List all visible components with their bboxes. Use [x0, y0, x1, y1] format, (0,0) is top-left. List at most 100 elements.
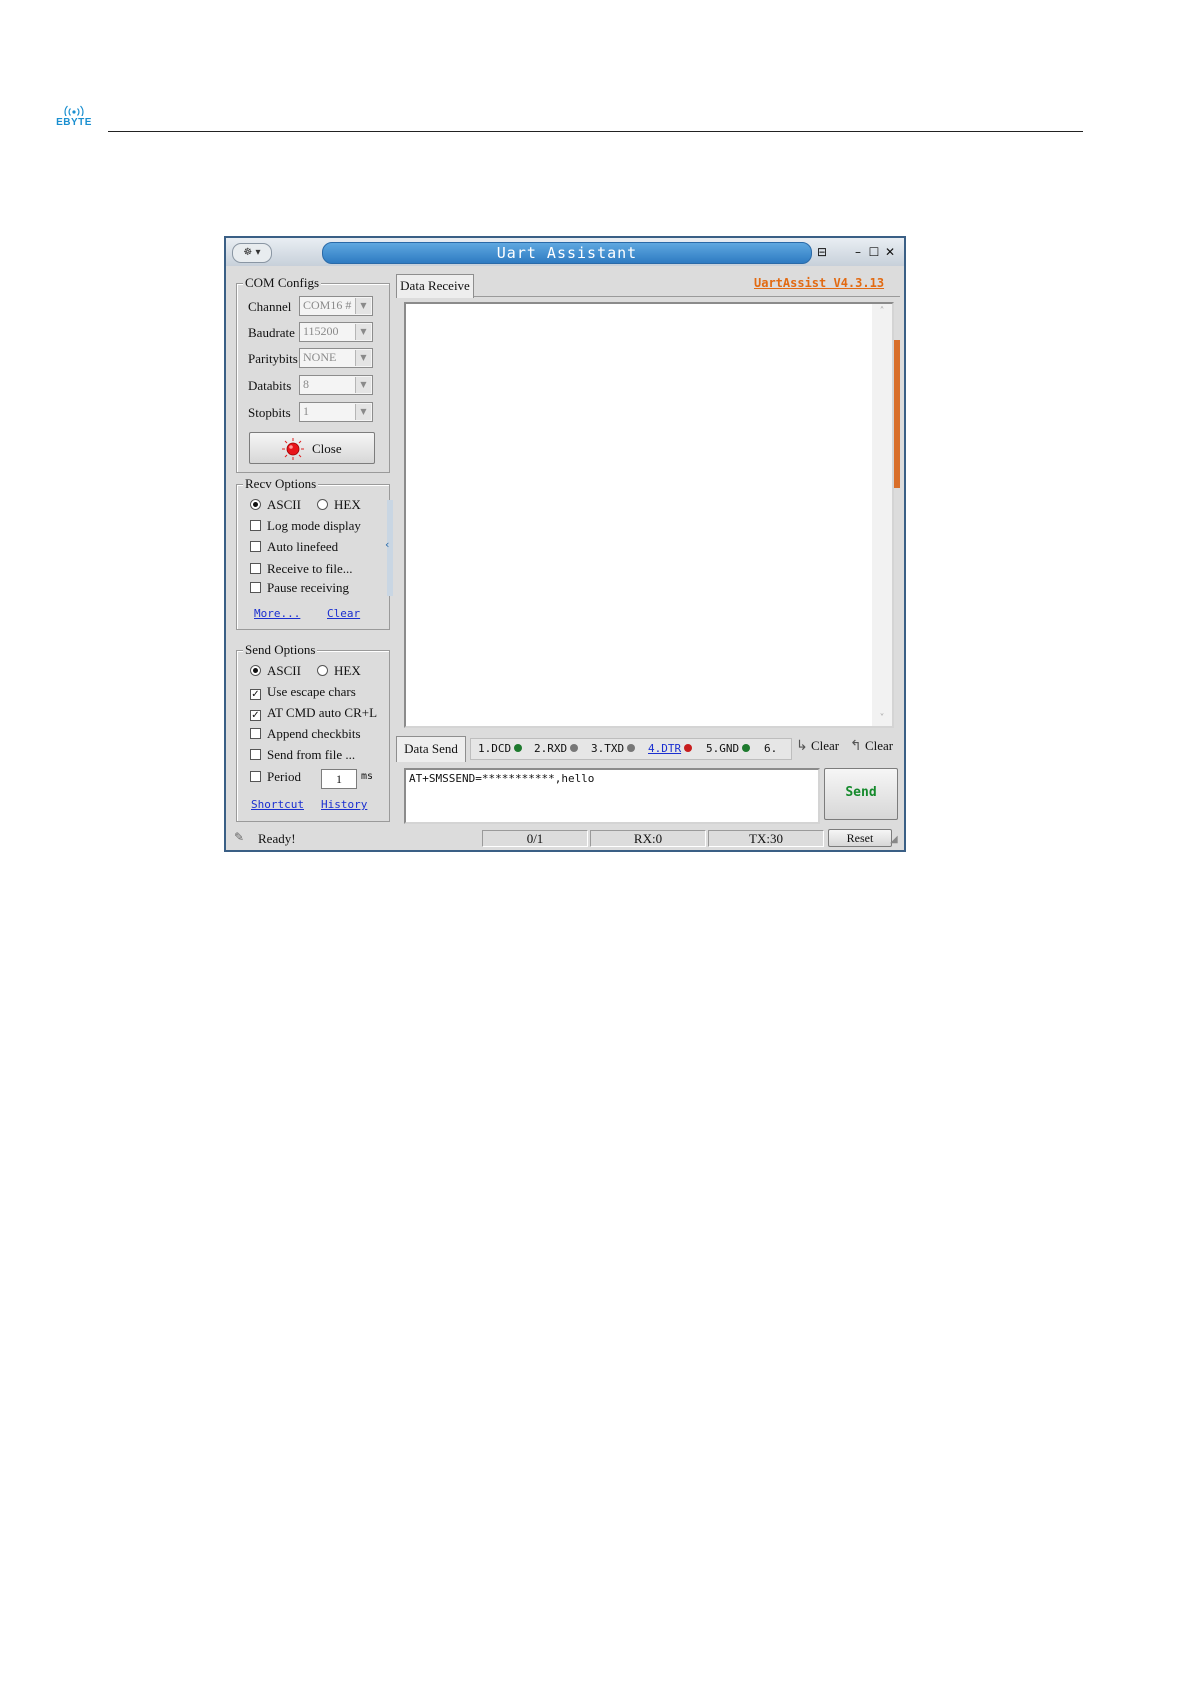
recv-options-title: Recv Options	[243, 476, 319, 492]
period-input[interactable]: 1	[321, 769, 357, 789]
clear-receive-button[interactable]: ↳ Clear	[796, 738, 839, 758]
stopbits-label: Stopbits	[248, 405, 291, 420]
at-cmd-label: AT CMD auto CR+L	[267, 705, 378, 720]
append-checkbits-checkbox[interactable]: Append checkbits	[250, 726, 361, 742]
data-send-input[interactable]: AT+SMSSEND=***********,hello	[404, 768, 820, 824]
close-window-button[interactable]: ✕	[882, 243, 898, 261]
pin-dtr[interactable]: 4.DTR	[648, 742, 693, 755]
databits-select[interactable]: 8 ▼	[299, 375, 373, 395]
recv-clear-link[interactable]: Clear	[327, 607, 360, 620]
pause-receiving-checkbox[interactable]: Pause receiving	[250, 580, 349, 596]
checkbox-icon	[250, 582, 261, 593]
tab-data-send[interactable]: Data Send	[396, 736, 466, 762]
history-link[interactable]: History	[321, 798, 367, 811]
send-from-file-checkbox[interactable]: Send from file ...	[250, 747, 355, 763]
grey-led-icon	[570, 744, 579, 752]
panel-splitter[interactable]: ‹	[385, 500, 393, 596]
send-ascii-radio[interactable]: ASCII	[250, 663, 301, 679]
com-configs-title: COM Configs	[243, 275, 322, 291]
pin-icon[interactable]: ⊟	[814, 243, 830, 261]
accent-scroll-thumb[interactable]	[894, 340, 900, 488]
status-tx: TX:30	[708, 830, 824, 847]
checkmark-icon: ✓	[250, 710, 261, 721]
baudrate-label: Baudrate	[248, 325, 295, 340]
version-link[interactable]: UartAssist V4.3.13	[754, 276, 884, 290]
checkbox-icon	[250, 749, 261, 760]
recv-ascii-radio[interactable]: ASCII	[250, 497, 301, 513]
channel-select[interactable]: COM16 # ▼	[299, 296, 373, 316]
paritybits-select[interactable]: NONE ▼	[299, 348, 373, 368]
baudrate-select[interactable]: 115200 ▼	[299, 322, 373, 342]
channel-label: Channel	[248, 299, 292, 314]
checkbox-icon	[250, 563, 261, 574]
send-button-label: Send	[845, 785, 877, 800]
resize-grip-icon[interactable]: ◢	[890, 834, 898, 845]
receive-to-file-label: Receive to file...	[267, 561, 353, 576]
recv-more-link[interactable]: More...	[254, 607, 300, 620]
period-label: Period	[267, 769, 301, 784]
pin-dcd[interactable]: 1.DCD	[478, 742, 523, 755]
system-menu-button[interactable]: ☸ ▾	[232, 243, 272, 263]
chevron-down-icon[interactable]: ▼	[355, 298, 371, 314]
com-configs-group: COM Configs Channel COM16 # ▼ Baudrate 1…	[236, 275, 390, 473]
maximize-button[interactable]: ☐	[866, 243, 882, 261]
ebyte-logo: EBYTE	[52, 104, 96, 130]
reset-button[interactable]: Reset	[828, 829, 892, 847]
green-led-icon	[514, 744, 523, 752]
data-receive-area[interactable]: ˄ ˅	[404, 302, 894, 728]
red-status-light-icon	[282, 438, 304, 460]
recv-hex-radio[interactable]: HEX	[317, 497, 361, 513]
checkbox-icon	[250, 520, 261, 531]
chevron-down-icon[interactable]: ▼	[355, 350, 371, 366]
databits-label: Databits	[248, 378, 292, 393]
uart-assistant-window: ☸ ▾ Uart Assistant ⊟ – ☐ ✕ COM Configs C…	[224, 236, 906, 852]
radio-selected-icon	[250, 499, 261, 510]
chevron-down-icon[interactable]: ▼	[355, 404, 371, 420]
status-rx: RX:0	[590, 830, 706, 847]
send-hex-label: HEX	[334, 663, 361, 678]
close-port-button[interactable]: Close	[249, 432, 375, 464]
pin-gnd[interactable]: 5.GND	[706, 742, 751, 755]
checkbox-icon	[250, 728, 261, 739]
title-bar[interactable]: ☸ ▾ Uart Assistant ⊟ – ☐ ✕	[226, 238, 904, 266]
send-ascii-label: ASCII	[267, 663, 301, 678]
pin-rxd[interactable]: 2.RXD	[534, 742, 579, 755]
pin-txd[interactable]: 3.TXD	[591, 742, 636, 755]
shortcut-link[interactable]: Shortcut	[251, 798, 304, 811]
clear-arrow-down-icon: ↳	[796, 738, 808, 754]
pin-rxd-label: 2.RXD	[534, 742, 568, 755]
scroll-up-icon[interactable]: ˄	[872, 306, 892, 317]
checkbox-icon	[250, 541, 261, 552]
send-options-group: Send Options ASCII HEX ✓ Use escape chars…	[236, 642, 390, 822]
radio-empty-icon	[317, 665, 328, 676]
grey-led-icon	[627, 744, 636, 752]
minimize-button[interactable]: –	[850, 243, 866, 261]
chevron-down-icon[interactable]: ▼	[355, 377, 371, 393]
send-input-text: AT+SMSSEND=***********,hello	[409, 772, 595, 785]
send-from-file-label: Send from file ...	[267, 747, 356, 762]
scroll-down-icon[interactable]: ˅	[872, 713, 892, 724]
close-port-label: Close	[312, 441, 342, 456]
clear-arrow-up-icon: ↰	[850, 738, 862, 754]
collapse-left-icon[interactable]: ‹	[385, 538, 389, 551]
pin-6[interactable]: 6.	[764, 742, 777, 755]
tab-data-receive[interactable]: Data Receive	[396, 274, 474, 298]
radio-selected-icon	[250, 665, 261, 676]
send-hex-radio[interactable]: HEX	[317, 663, 361, 679]
escape-chars-checkbox[interactable]: ✓ Use escape chars	[250, 684, 356, 700]
log-mode-checkbox[interactable]: Log mode display	[250, 518, 361, 534]
header-rule	[108, 131, 1083, 132]
baudrate-value: 115200	[303, 324, 339, 338]
stopbits-select[interactable]: 1 ▼	[299, 402, 373, 422]
at-cmd-checkbox[interactable]: ✓ AT CMD auto CR+L	[250, 705, 377, 721]
window-controls: ⊟ – ☐ ✕	[812, 243, 902, 261]
recv-options-group: Recv Options ASCII HEX Log mode display …	[236, 476, 390, 630]
status-bar: ✎ Ready! 0/1 RX:0 TX:30 Reset ◢	[226, 828, 904, 850]
send-button[interactable]: Send	[824, 768, 898, 820]
clear-send-button[interactable]: ↰ Clear	[850, 738, 893, 758]
auto-linefeed-checkbox[interactable]: Auto linefeed	[250, 539, 338, 555]
receive-to-file-checkbox[interactable]: Receive to file...	[250, 561, 353, 577]
receive-scrollbar[interactable]: ˄ ˅	[872, 304, 892, 726]
chevron-down-icon[interactable]: ▼	[355, 324, 371, 340]
period-checkbox[interactable]: Period	[250, 769, 301, 785]
